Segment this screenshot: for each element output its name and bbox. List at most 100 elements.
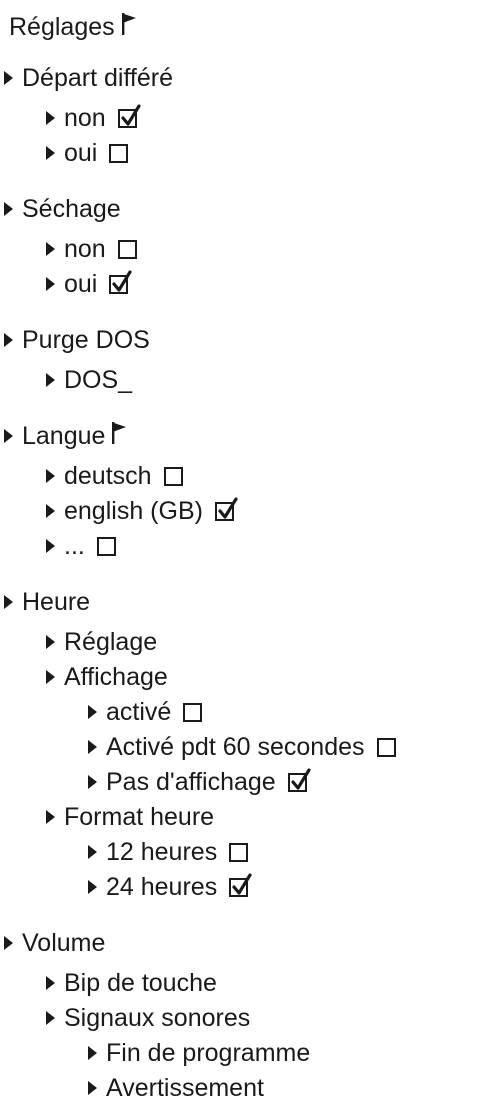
menu-item-label: Purge DOS xyxy=(22,326,150,354)
checkmark-icon xyxy=(112,269,132,292)
triangle-right-icon xyxy=(46,670,55,684)
triangle-right-icon xyxy=(46,635,55,649)
menu-item-affichage[interactable]: Affichage xyxy=(46,662,168,692)
checkbox-checked[interactable] xyxy=(117,103,141,128)
triangle-right-icon xyxy=(46,810,55,824)
menu-item-label: 12 heures xyxy=(106,838,218,866)
menu-item-dos[interactable]: DOS_ xyxy=(46,365,132,395)
menu-item-english-gb[interactable]: english (GB) xyxy=(46,496,238,526)
menu-item-label: DOS_ xyxy=(64,366,133,394)
menu-item-label: deutsch xyxy=(64,462,152,490)
checkbox-unchecked[interactable] xyxy=(163,466,183,486)
menu-item-format-heure[interactable]: Format heure xyxy=(46,802,214,832)
checkbox-checked[interactable] xyxy=(109,269,132,294)
checkmark-icon xyxy=(291,767,311,790)
menu-item-label: Pas d'affichage xyxy=(106,768,276,796)
menu-item-oui[interactable]: oui xyxy=(46,138,129,168)
checkbox-unchecked[interactable] xyxy=(376,737,396,757)
menu-item-fin-de-programme[interactable]: Fin de programme xyxy=(88,1038,310,1068)
triangle-right-icon xyxy=(46,242,55,256)
triangle-right-icon xyxy=(88,880,97,894)
triangle-right-icon xyxy=(88,1046,97,1060)
checkmark-icon xyxy=(218,496,238,519)
menu-item-label: activé xyxy=(106,698,172,726)
checkmark-icon xyxy=(121,103,141,126)
checkbox-checked[interactable] xyxy=(229,872,252,897)
menu-item-label: Langue xyxy=(22,422,106,450)
menu-item-non[interactable]: non xyxy=(46,234,137,264)
menu-item-active-pdt-60-secondes[interactable]: Activé pdt 60 secondes xyxy=(88,732,396,762)
triangle-right-icon xyxy=(4,71,13,85)
triangle-right-icon xyxy=(4,333,13,347)
menu-item-signaux-sonores[interactable]: Signaux sonores xyxy=(46,1003,250,1033)
menu-item-label: ... xyxy=(64,532,85,560)
menu-item-depart-differe[interactable]: Départ différé xyxy=(4,63,173,93)
menu-item-oui[interactable]: oui xyxy=(46,269,132,299)
menu-item-label: Heure xyxy=(22,588,91,616)
menu-item-volume[interactable]: Volume xyxy=(4,928,105,958)
menu-item-12-heures[interactable]: 12 heures xyxy=(88,837,249,867)
triangle-right-icon xyxy=(88,705,97,719)
menu-item-active[interactable]: activé xyxy=(88,697,203,727)
menu-item-label: Séchage xyxy=(22,195,121,223)
menu-item-label: non xyxy=(64,104,106,132)
menu-item-label: Format heure xyxy=(64,803,215,831)
checkmark-icon xyxy=(232,872,252,895)
triangle-right-icon xyxy=(4,429,13,443)
menu-item-pas-d-affichage[interactable]: Pas d'affichage xyxy=(88,767,311,797)
checkbox-unchecked[interactable] xyxy=(96,536,116,556)
menu-item-purge-dos[interactable]: Purge DOS xyxy=(4,325,150,355)
menu-item-label: 24 heures xyxy=(106,873,218,901)
menu-item-bip-de-touche[interactable]: Bip de touche xyxy=(46,968,217,998)
flag-icon xyxy=(112,421,127,451)
menu-item-more[interactable]: ... xyxy=(46,531,116,561)
triangle-right-icon xyxy=(46,146,55,160)
triangle-right-icon xyxy=(46,277,55,291)
menu-item-label: oui xyxy=(64,139,98,167)
triangle-right-icon xyxy=(4,936,13,950)
triangle-right-icon xyxy=(46,1011,55,1025)
menu-item-24-heures[interactable]: 24 heures xyxy=(88,872,252,902)
triangle-right-icon xyxy=(46,539,55,553)
triangle-right-icon xyxy=(88,740,97,754)
menu-title: Réglages xyxy=(9,12,136,42)
menu-item-avertissement[interactable]: Avertissement xyxy=(88,1073,264,1103)
settings-menu-tree: Réglages Départ différé non oui Séchage non o… xyxy=(0,0,478,1115)
triangle-right-icon xyxy=(46,469,55,483)
menu-item-deutsch[interactable]: deutsch xyxy=(46,461,183,491)
triangle-right-icon xyxy=(88,775,97,789)
checkbox-unchecked[interactable] xyxy=(183,702,203,722)
menu-item-label: Départ différé xyxy=(22,64,174,92)
menu-item-langue[interactable]: Langue xyxy=(4,421,127,451)
menu-item-label: Volume xyxy=(22,929,106,957)
triangle-right-icon xyxy=(88,1081,97,1095)
menu-item-label: Réglage xyxy=(64,628,158,656)
triangle-right-icon xyxy=(46,373,55,387)
flag-icon xyxy=(121,12,136,42)
menu-item-heure[interactable]: Heure xyxy=(4,587,90,617)
checkbox-checked[interactable] xyxy=(287,767,311,792)
menu-item-reglage[interactable]: Réglage xyxy=(46,627,157,657)
menu-title-text: Réglages xyxy=(9,13,115,41)
triangle-right-icon xyxy=(46,111,55,125)
triangle-right-icon xyxy=(4,595,13,609)
menu-item-label: Fin de programme xyxy=(106,1039,311,1067)
menu-item-non[interactable]: non xyxy=(46,103,141,133)
menu-item-label: Signaux sonores xyxy=(64,1004,251,1032)
checkbox-unchecked[interactable] xyxy=(229,842,249,862)
menu-item-label: english (GB) xyxy=(64,497,203,525)
menu-item-label: non xyxy=(64,235,106,263)
checkbox-unchecked[interactable] xyxy=(117,239,137,259)
menu-item-label: Affichage xyxy=(64,663,168,691)
menu-item-label: Activé pdt 60 secondes xyxy=(106,733,365,761)
menu-item-sechage[interactable]: Séchage xyxy=(4,194,121,224)
triangle-right-icon xyxy=(46,976,55,990)
triangle-right-icon xyxy=(46,504,55,518)
menu-item-label: Avertissement xyxy=(106,1074,264,1102)
menu-item-label: oui xyxy=(64,270,98,298)
checkbox-checked[interactable] xyxy=(214,496,238,521)
checkbox-unchecked[interactable] xyxy=(109,143,129,163)
triangle-right-icon xyxy=(4,202,13,216)
menu-item-label: Bip de touche xyxy=(64,969,217,997)
triangle-right-icon xyxy=(88,845,97,859)
